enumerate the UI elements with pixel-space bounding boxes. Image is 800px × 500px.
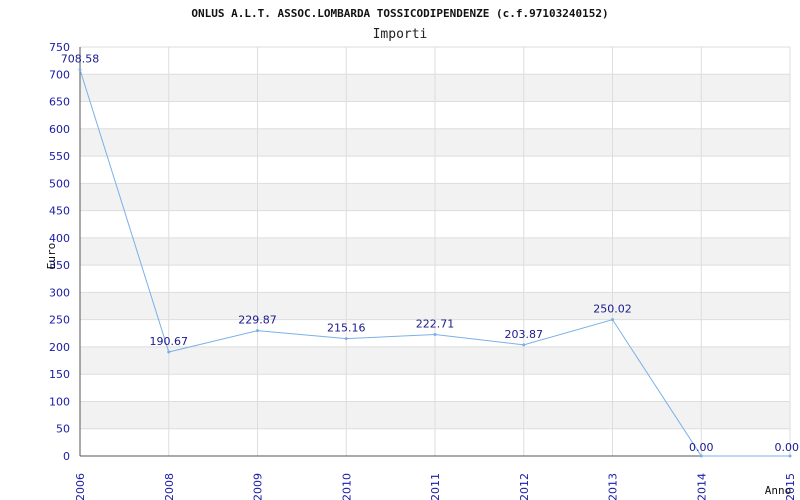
y-tick-label: 500 [49, 177, 70, 190]
y-tick-label: 250 [49, 314, 70, 327]
y-tick-label: 100 [49, 395, 70, 408]
chart-title: ONLUS A.L.T. ASSOC.LOMBARDA TOSSICODIPEN… [191, 7, 608, 20]
y-tick-label: 700 [49, 68, 70, 81]
data-point [788, 454, 792, 458]
data-point [433, 333, 437, 337]
line-chart: ONLUS A.L.T. ASSOC.LOMBARDA TOSSICODIPEN… [45, 7, 800, 500]
data-label: 250.02 [593, 303, 632, 316]
x-tick-label: 2014 [695, 473, 708, 500]
y-tick-label: 150 [49, 368, 70, 381]
data-label: 222.71 [416, 318, 455, 331]
data-label: 229.87 [238, 314, 277, 327]
data-label: 203.87 [505, 328, 544, 341]
y-axis-label: Euro [45, 243, 58, 270]
data-label: 708.58 [61, 53, 100, 66]
x-tick-label: 2009 [252, 473, 265, 500]
y-tick-label: 450 [49, 205, 70, 218]
data-label: 215.16 [327, 322, 366, 335]
x-tick-label: 2013 [607, 473, 620, 500]
y-tick-label: 550 [49, 150, 70, 163]
data-label: 0.00 [775, 441, 800, 454]
data-point [522, 343, 526, 347]
x-tick-label: 2008 [163, 473, 176, 500]
x-tick-label: 2011 [429, 473, 442, 500]
y-tick-label: 600 [49, 123, 70, 136]
y-tick-label: 0 [63, 450, 70, 463]
x-tick-label: 2010 [340, 473, 353, 500]
data-point [256, 329, 259, 333]
x-tick-label: 2012 [518, 473, 531, 500]
data-point [344, 337, 348, 341]
data-point [78, 68, 82, 72]
x-axis-ticks: 2006 2008 2009 2010 2011 2012 2013 2014 2015 [74, 473, 797, 500]
data-point [611, 318, 614, 322]
data-point [167, 350, 171, 354]
data-point [699, 454, 703, 458]
y-tick-label: 50 [56, 423, 70, 436]
x-tick-label: 2006 [74, 473, 87, 500]
y-tick-label: 300 [49, 286, 70, 299]
y-tick-label: 650 [49, 96, 70, 109]
data-label: 190.67 [150, 335, 189, 348]
x-axis-label: Anno [765, 484, 792, 497]
data-label: 0.00 [689, 441, 714, 454]
chart-subtitle: Importi [373, 27, 428, 42]
y-tick-label: 200 [49, 341, 70, 354]
